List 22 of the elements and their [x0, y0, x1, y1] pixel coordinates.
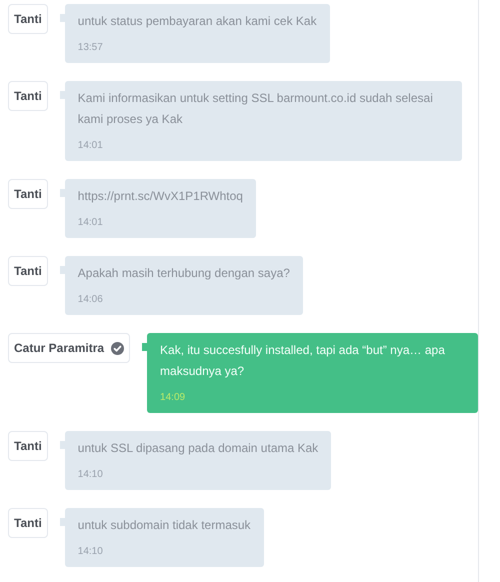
sender-name: Tanti [14, 439, 42, 453]
sender-name: Catur Paramitra [14, 341, 104, 355]
message-text: untuk status pembayaran akan kami cek Kak [78, 13, 317, 30]
sender-name: Tanti [14, 12, 42, 26]
message-text: untuk SSL dipasang pada domain utama Kak [78, 440, 318, 457]
message-text: Kak, itu succesfully installed, tapi ada “but” nya… apa maksudnya ya? [160, 342, 446, 380]
message-time: 14:01 [78, 139, 104, 153]
message-time: 14:09 [160, 391, 186, 405]
message-time: 14:01 [78, 216, 104, 230]
message-time: 14:10 [78, 468, 104, 482]
message-text: untuk subdomain tidak termasuk [78, 517, 251, 534]
message-text: Kami informasikan untuk setting SSL barmount.co.id sudah selesai kami proses ya Kak [78, 90, 434, 128]
check-badge-icon [111, 342, 124, 354]
sender-name: Tanti [14, 516, 42, 530]
sender-name: Tanti [14, 264, 42, 278]
message-time: 14:06 [78, 293, 104, 307]
message-text: https://prnt.sc/WvX1P1RWhtoq [78, 188, 243, 205]
sender-name: Tanti [14, 89, 42, 103]
sender-name: Tanti [14, 187, 42, 201]
message-text: Apakah masih terhubung dengan saya? [78, 265, 290, 282]
message-time: 14:10 [78, 545, 104, 559]
message-time: 13:57 [78, 41, 104, 55]
